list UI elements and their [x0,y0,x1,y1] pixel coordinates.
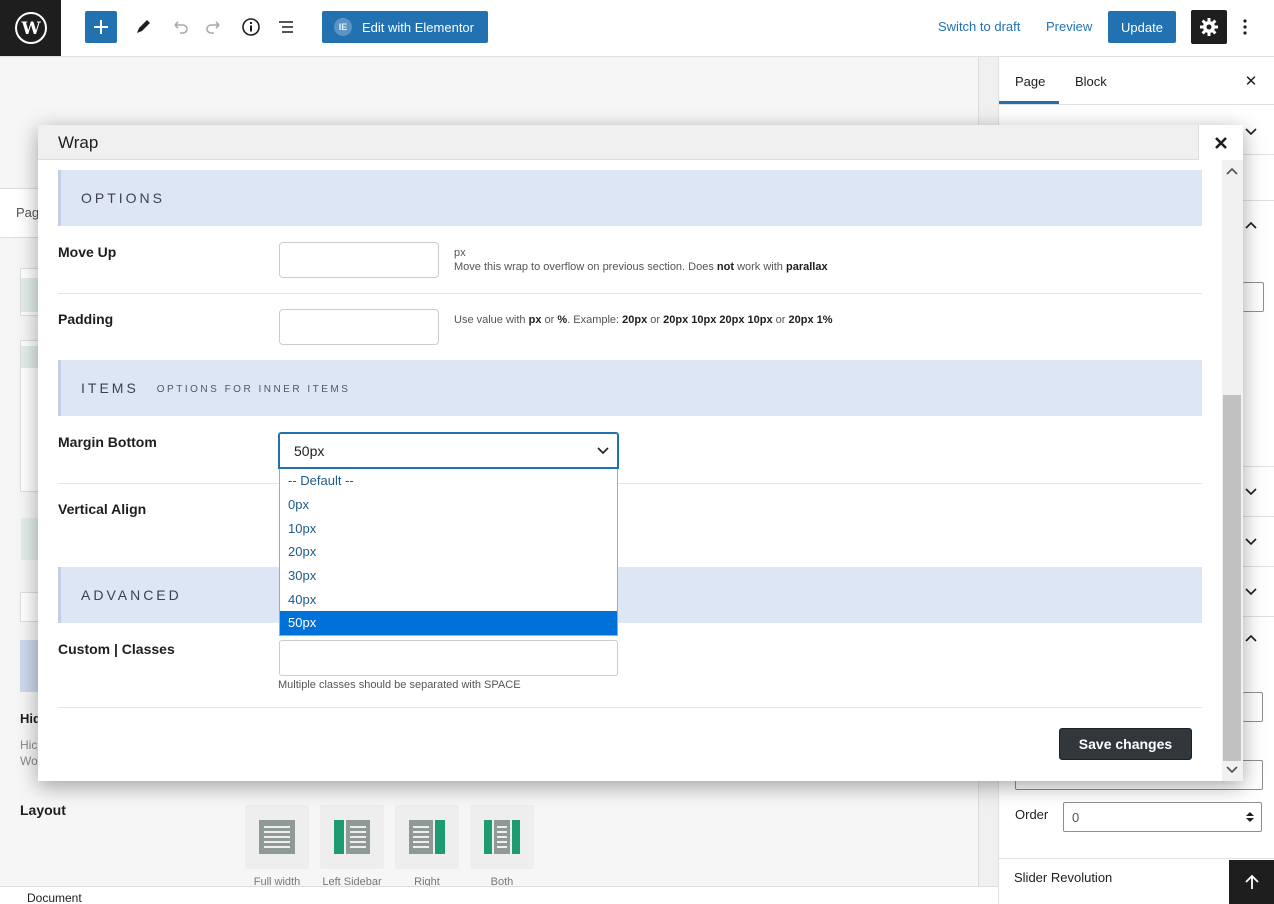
update-button[interactable]: Update [1108,11,1176,43]
move-up-input[interactable] [279,242,439,278]
sidebar-divider [999,858,1274,859]
sidebar-select[interactable] [1243,692,1263,722]
section-subtitle: OPTIONS FOR INNER ITEMS [156,384,351,395]
meta-green-block [21,518,39,560]
chevron-down-icon[interactable] [1244,124,1258,138]
chevron-up-icon[interactable] [1244,632,1258,646]
move-up-label: Move Up [58,244,117,260]
padding-hint: Use value with px or %. Example: 20px or… [454,314,833,326]
section-title: OPTIONS [81,190,166,206]
margin-bottom-selected-value: 50px [294,442,325,459]
row-divider [58,707,1202,708]
layout-full-width-option[interactable] [245,805,309,869]
padding-label: Padding [58,311,114,327]
wrap-modal: Wrap OPTIONS Move Up px Move this wrap t… [38,125,1243,781]
modal-body: OPTIONS Move Up px Move this wrap to ove… [38,160,1243,781]
chevron-down-icon[interactable] [1244,484,1258,498]
margin-bottom-dropdown: -- Default -- 0px 10px 20px 30px 40px 50… [279,469,618,636]
row-divider [58,293,1202,294]
section-title: ADVANCED [81,587,182,603]
layout-left-sidebar-option[interactable] [320,805,384,869]
editor-toolbar: W IE Edit with Elementor Switch to draft… [0,0,1274,56]
layout-label: Layout [20,802,66,818]
layout-both-sidebars-option[interactable] [470,805,534,869]
undo-icon[interactable] [168,16,190,38]
settings-gear-icon[interactable] [1191,10,1227,44]
meta-blue-block [20,640,40,692]
hide-desc-1: Hic [20,738,38,752]
padding-input[interactable] [279,309,439,345]
tab-page[interactable]: Page [1015,74,1045,89]
section-items-header: ITEMS OPTIONS FOR INNER ITEMS [58,360,1202,416]
vertical-align-label: Vertical Align [58,501,147,517]
edit-with-elementor-button[interactable]: IE Edit with Elementor [322,11,488,43]
switch-to-draft-button[interactable]: Switch to draft [938,19,1020,34]
order-label: Order [1015,807,1049,822]
more-options-icon[interactable] [1236,16,1254,38]
modal-header: Wrap [38,125,1243,160]
elementor-icon: IE [334,18,352,36]
row-divider [58,483,1202,484]
sidebar-input[interactable] [1243,282,1264,312]
chevron-down-icon[interactable] [1244,534,1258,548]
list-view-icon[interactable] [275,16,297,38]
hide-desc-2: Wo [20,754,38,768]
scroll-down-arrow-icon[interactable] [1225,763,1239,777]
scroll-up-arrow-icon[interactable] [1225,164,1239,178]
dropdown-option[interactable]: 10px [280,516,617,540]
sidebar-divider [999,104,1274,105]
custom-classes-input[interactable] [279,640,618,676]
order-value: 0 [1072,809,1080,825]
elementor-button-label: Edit with Elementor [362,19,474,35]
section-options-header: OPTIONS [58,170,1202,226]
modal-title: Wrap [58,133,99,152]
meta-page-tab[interactable]: Pag [16,205,39,220]
custom-classes-label: Custom | Classes [58,641,175,657]
info-icon[interactable] [240,16,262,38]
meta-green-block [21,346,39,368]
add-block-button[interactable] [85,11,117,43]
layout-right-sidebar-option[interactable] [395,805,459,869]
slider-revolution-panel-title[interactable]: Slider Revolution [1014,870,1112,885]
save-changes-button[interactable]: Save changes [1059,728,1192,760]
order-input[interactable]: 0 [1063,802,1262,832]
move-up-unit: px [454,247,466,259]
dropdown-option[interactable]: -- Default -- [280,469,617,493]
modal-scrollbar-thumb[interactable] [1223,395,1241,761]
meta-field [20,592,40,622]
chevron-up-icon[interactable] [1244,219,1258,233]
chevron-down-icon [597,447,609,455]
dropdown-option[interactable]: 20px [280,540,617,564]
back-to-top-icon[interactable] [1229,860,1274,904]
redo-icon[interactable] [204,16,226,38]
dropdown-option-selected[interactable]: 50px [280,611,617,635]
section-advanced-header: ADVANCED [58,567,1202,623]
section-title: ITEMS [81,380,139,396]
document-footer-bar [0,886,998,904]
preview-button[interactable]: Preview [1046,19,1092,34]
move-up-hint: px Move this wrap to overflow on previou… [454,247,828,273]
chevron-down-icon[interactable] [1244,584,1258,598]
document-breadcrumb[interactable]: Document [27,891,82,904]
custom-classes-hint: Multiple classes should be separated wit… [278,679,521,691]
dropdown-option[interactable]: 30px [280,564,617,588]
dropdown-option[interactable]: 0px [280,493,617,517]
plus-icon [94,20,108,34]
wordpress-logo-icon[interactable]: W [0,0,61,56]
margin-bottom-label: Margin Bottom [58,434,157,450]
edit-pencil-icon[interactable] [132,16,154,38]
close-sidebar-icon[interactable]: ✕ [1243,73,1259,90]
spinner-icon[interactable] [1245,810,1255,824]
tab-block[interactable]: Block [1075,74,1107,89]
dropdown-option[interactable]: 40px [280,587,617,611]
meta-green-block [21,278,39,312]
margin-bottom-select[interactable]: 50px [278,432,619,469]
close-modal-icon[interactable] [1198,125,1243,160]
svg-text:W: W [20,19,41,39]
